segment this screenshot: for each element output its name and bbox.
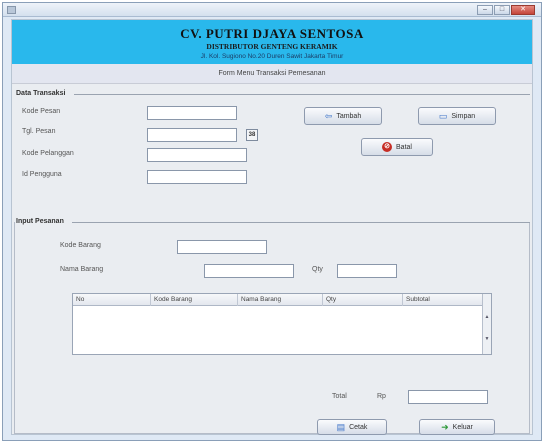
maximize-icon[interactable]: □ [494, 5, 510, 15]
id-pengguna-field[interactable] [147, 170, 247, 184]
label-kode-pesan: Kode Pesan [22, 108, 61, 115]
qty-field[interactable] [337, 264, 397, 278]
label-qty: Qty [312, 266, 323, 273]
section-label-data-transaksi: Data Transaksi [16, 90, 66, 97]
kode-pelanggan-field[interactable] [147, 148, 247, 162]
company-name: CV. PUTRI DJAYA SENTOSA [180, 26, 364, 41]
company-address: Jl. Kol. Sugiono No.20 Duren Sawit Jakar… [200, 53, 344, 60]
nama-barang-field[interactable] [204, 264, 294, 278]
section-divider [72, 222, 530, 223]
tgl-pesan-field[interactable] [147, 128, 237, 142]
column-header-no[interactable]: No [73, 294, 151, 306]
batal-label: Batal [396, 143, 412, 151]
cetak-label: Cetak [349, 423, 368, 431]
scroll-up-icon[interactable]: ▲ [484, 314, 490, 320]
tambah-label: Tambah [336, 112, 362, 120]
exit-arrow-icon: ➜ [441, 421, 449, 432]
kode-barang-field[interactable] [177, 240, 267, 254]
table-scrollbar[interactable]: ▲ ▼ [482, 294, 491, 354]
label-id-pengguna: Id Pengguna [22, 171, 62, 178]
kode-pesan-field[interactable] [147, 106, 237, 120]
scroll-down-icon[interactable]: ▼ [484, 336, 490, 342]
total-field[interactable] [408, 390, 488, 404]
simpan-label: Simpan [451, 112, 476, 120]
table-header-row: No Kode Barang Nama Barang Qty Subtotal [73, 294, 483, 306]
label-kode-barang: Kode Barang [60, 242, 101, 249]
form-frame: CV. PUTRI DJAYA SENTOSA DISTRIBUTOR GENT… [11, 19, 533, 435]
label-kode-pelanggan: Kode Pelanggan [22, 150, 74, 157]
column-header-kode-barang[interactable]: Kode Barang [151, 294, 238, 306]
print-icon: ▤ [336, 421, 346, 432]
keluar-button[interactable]: ➜ Keluar [419, 419, 495, 435]
window-titlebar[interactable]: – □ ✕ [3, 3, 541, 17]
company-subtitle: DISTRIBUTOR GENTENG KERAMIK [206, 42, 338, 51]
simpan-button[interactable]: ▭ Simpan [418, 107, 496, 125]
keluar-label: Keluar [452, 423, 473, 431]
pesanan-table[interactable]: No Kode Barang Nama Barang Qty Subtotal … [72, 293, 492, 355]
minimize-icon[interactable]: – [477, 5, 493, 15]
cetak-button[interactable]: ▤ Cetak [317, 419, 387, 435]
section-label-input-pesanan: Input Pesanan [16, 218, 64, 225]
column-header-nama-barang[interactable]: Nama Barang [238, 294, 323, 306]
cancel-icon: ⊘ [382, 142, 393, 152]
application-window: – □ ✕ CV. PUTRI DJAYA SENTOSA DISTRIBUTO… [2, 2, 542, 441]
company-header: CV. PUTRI DJAYA SENTOSA DISTRIBUTOR GENT… [12, 20, 532, 64]
label-currency: Rp [377, 393, 386, 400]
form-title: Form Menu Transaksi Pemesanan [12, 64, 532, 84]
save-icon: ▭ [438, 110, 448, 121]
label-nama-barang: Nama Barang [60, 266, 104, 273]
column-header-qty[interactable]: Qty [323, 294, 403, 306]
calendar-icon[interactable]: 38 [246, 129, 258, 141]
label-total: Total [332, 393, 347, 400]
tambah-button[interactable]: ⇦ Tambah [304, 107, 382, 125]
section-divider [74, 94, 530, 95]
add-arrow-icon: ⇦ [324, 110, 333, 121]
app-icon [7, 6, 16, 14]
close-icon[interactable]: ✕ [511, 5, 535, 15]
batal-button[interactable]: ⊘ Batal [361, 138, 433, 156]
label-tgl-pesan: Tgl. Pesan [22, 128, 56, 135]
column-header-subtotal[interactable]: Subtotal [403, 294, 483, 306]
